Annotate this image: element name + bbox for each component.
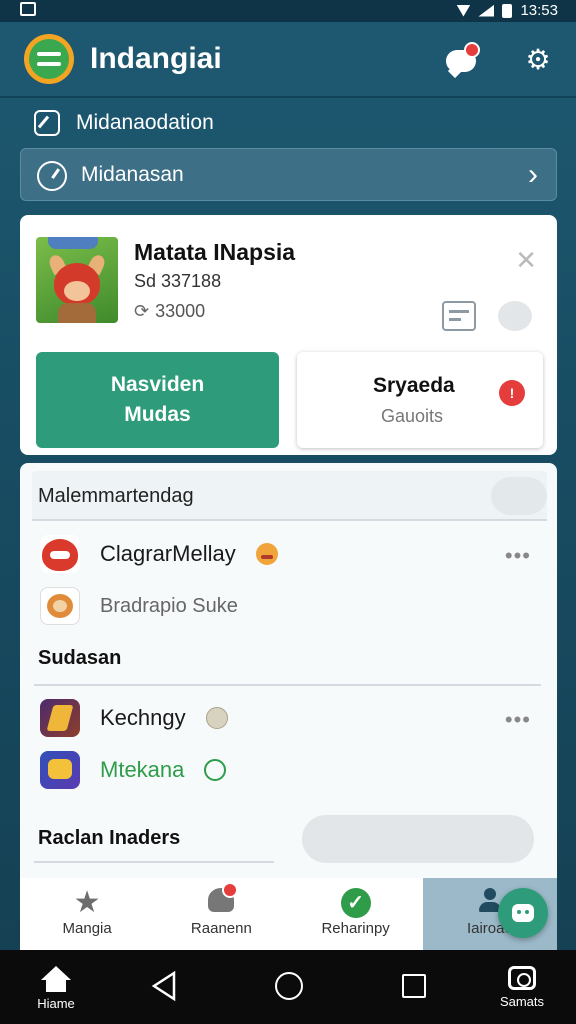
signal-icon bbox=[478, 4, 495, 17]
card-icon[interactable] bbox=[442, 301, 476, 331]
chat-notification-icon[interactable] bbox=[446, 42, 480, 79]
nav-home-label: Hiame bbox=[37, 996, 75, 1011]
featured-id: Sd 337188 bbox=[134, 271, 222, 291]
emoji-icon bbox=[255, 543, 278, 565]
message-icon[interactable] bbox=[498, 301, 532, 331]
list-item[interactable]: ClagrarMellay bbox=[40, 535, 278, 573]
nav-settings-label: Samats bbox=[499, 994, 545, 1009]
header-toggle[interactable] bbox=[491, 477, 547, 515]
list-item-name: Kechngy bbox=[100, 705, 186, 730]
featured-count: ⟳ 33000 bbox=[134, 301, 205, 322]
home-circle-icon[interactable] bbox=[275, 972, 303, 1000]
star-icon: ★ bbox=[73, 886, 101, 919]
emoji-icon bbox=[205, 707, 228, 729]
featured-count-value: 33000 bbox=[155, 301, 206, 321]
primary-button-line2: Mudas bbox=[124, 403, 191, 426]
list-item[interactable]: Kechngy bbox=[40, 699, 228, 737]
wifi-icon bbox=[456, 4, 471, 17]
tab-label: Raanenn bbox=[190, 920, 252, 937]
close-icon[interactable]: ✕ bbox=[515, 245, 537, 276]
list-header: Malemmartendag bbox=[32, 471, 547, 521]
robot-icon bbox=[512, 904, 534, 922]
list-item-name: ClagrarMellay bbox=[100, 541, 236, 566]
app-bar: Indangiai ⚙ bbox=[0, 22, 576, 98]
assistant-fab-button[interactable] bbox=[498, 888, 548, 938]
recents-icon[interactable] bbox=[402, 974, 426, 998]
status-icons: 13:53 bbox=[456, 2, 558, 19]
notification-dot bbox=[464, 42, 480, 58]
primary-action-button[interactable]: Nasviden Mudas bbox=[36, 352, 279, 448]
clock-time: 13:53 bbox=[520, 2, 558, 19]
bottom-tab-bar: ★ Mangia Raanenn ✓ Reharinpy Iairoae bbox=[20, 878, 557, 950]
back-icon[interactable] bbox=[150, 970, 178, 1002]
secondary-action-button[interactable]: Sryaeda Gauoits ! bbox=[297, 352, 543, 448]
game-thumbnail[interactable] bbox=[36, 237, 118, 323]
gold-game-icon bbox=[40, 751, 80, 789]
menu-item-label: Midanaodation bbox=[76, 111, 214, 134]
selector-label: Midanasan bbox=[81, 163, 184, 186]
more-options-icon[interactable]: ••• bbox=[505, 543, 531, 569]
system-nav-bar: Hiame Samats bbox=[0, 950, 576, 1024]
image-notification-icon bbox=[20, 2, 36, 16]
divider bbox=[34, 684, 541, 686]
people-icon bbox=[208, 882, 239, 912]
tab-reharinpy[interactable]: ✓ Reharinpy bbox=[289, 878, 423, 950]
smiley-icon bbox=[204, 759, 227, 781]
edit-icon bbox=[34, 110, 60, 136]
secondary-button-subtitle: Gauoits bbox=[381, 406, 444, 426]
list-item[interactable]: Mtekana bbox=[40, 751, 227, 789]
tab-label: Reharinpy bbox=[321, 920, 390, 937]
selector-dropdown[interactable]: Midanasan › bbox=[20, 148, 557, 201]
featured-card: Matata INapsia Sd 337188 ⟳ 33000 ✕ Nasvi… bbox=[20, 215, 557, 455]
settings-icon bbox=[508, 966, 536, 990]
list-item-name: Bradrapio Suke bbox=[100, 594, 238, 617]
section-title: Sudasan bbox=[38, 647, 122, 669]
nav-settings-button[interactable]: Samats bbox=[492, 966, 552, 1009]
sword-game-icon bbox=[40, 699, 80, 737]
battery-icon bbox=[502, 3, 513, 18]
tab-label: Mangia bbox=[62, 920, 112, 937]
list-item-name: Mtekana bbox=[100, 757, 185, 782]
alert-badge: ! bbox=[499, 380, 525, 406]
app-title: Indangiai bbox=[90, 42, 222, 75]
clock-icon bbox=[37, 161, 67, 191]
game-list-card: Malemmartendag ClagrarMellay ••• Bradrap… bbox=[20, 463, 557, 878]
list-item[interactable]: Bradrapio Suke bbox=[40, 587, 238, 625]
check-circle-icon: ✓ bbox=[340, 888, 371, 918]
tab-mangia[interactable]: ★ Mangia bbox=[20, 878, 154, 950]
primary-button-line1: Nasviden bbox=[110, 373, 205, 396]
menu-item-edit[interactable]: Midanaodation bbox=[34, 108, 214, 138]
fox-game-icon bbox=[40, 587, 80, 625]
gear-icon[interactable]: ⚙ bbox=[524, 46, 552, 74]
sync-icon: ⟳ bbox=[134, 301, 150, 321]
section-title: Raclan Inaders bbox=[38, 827, 181, 849]
chevron-right-icon: › bbox=[528, 158, 538, 191]
divider bbox=[34, 861, 274, 863]
divider bbox=[32, 519, 547, 521]
search-pill[interactable] bbox=[302, 815, 534, 863]
list-header-label: Malemmartendag bbox=[38, 485, 194, 507]
app-logo-icon[interactable] bbox=[24, 34, 74, 84]
status-bar: 13:53 bbox=[0, 0, 576, 22]
more-options-icon[interactable]: ••• bbox=[505, 707, 531, 733]
tab-raanenn[interactable]: Raanenn bbox=[154, 878, 288, 950]
red-monster-game-icon bbox=[40, 535, 80, 573]
secondary-button-title: Sryaeda bbox=[373, 374, 455, 397]
featured-title: Matata INapsia bbox=[134, 239, 296, 265]
home-icon bbox=[41, 966, 71, 992]
nav-home-button[interactable]: Hiame bbox=[36, 966, 76, 1011]
